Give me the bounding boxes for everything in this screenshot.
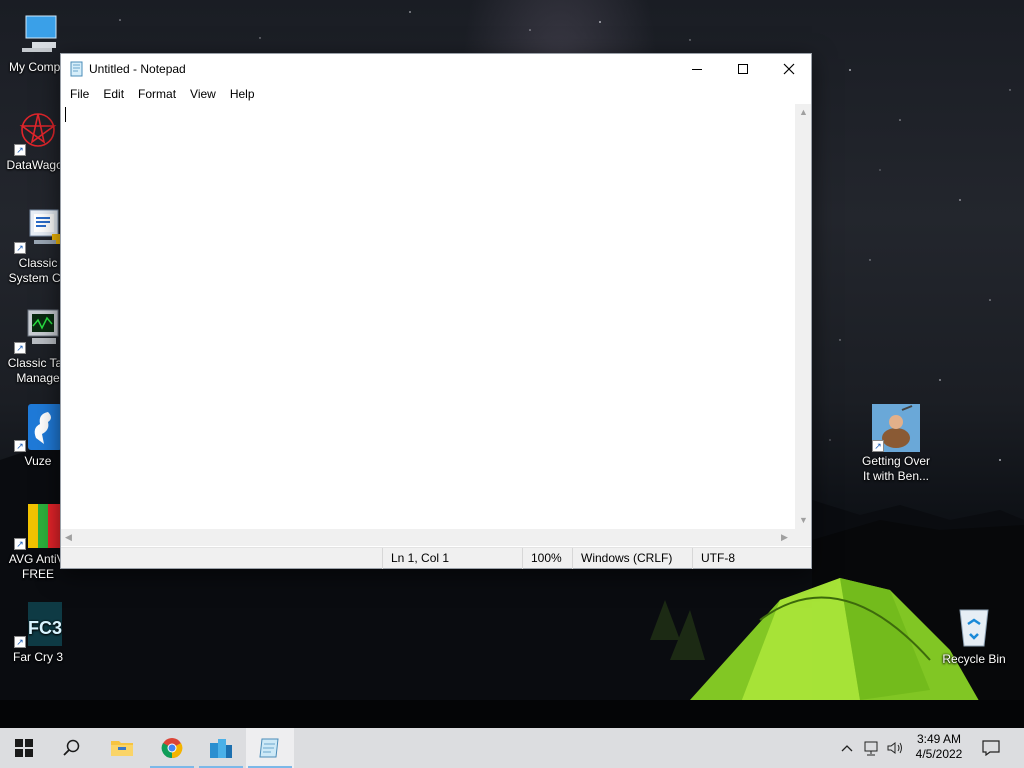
desktop-icon-recycle-bin[interactable]: Recycle Bin (936, 602, 1012, 667)
close-button[interactable] (766, 54, 812, 84)
shortcut-arrow-icon: ↗ (14, 636, 26, 648)
menu-file[interactable]: File (63, 85, 96, 103)
clock-date: 4/5/2022 (915, 747, 963, 761)
notepad-icon (69, 61, 85, 77)
network-icon (864, 741, 878, 756)
shortcut-arrow-icon: ↗ (872, 440, 884, 452)
search-icon (63, 739, 80, 756)
status-zoom: 100% (522, 548, 562, 569)
file-explorer-button[interactable] (98, 728, 146, 768)
desktop-icon-getting-over-it[interactable]: ↗ Getting Over It with Ben... (858, 404, 934, 484)
maximize-icon (738, 64, 748, 74)
shortcut-arrow-icon: ↗ (14, 144, 26, 156)
menu-format[interactable]: Format (131, 85, 183, 103)
menu-view[interactable]: View (183, 85, 223, 103)
volume-button[interactable] (884, 728, 906, 768)
horizontal-scrollbar[interactable]: ◀ ▶ (61, 529, 795, 546)
status-line-ending: Windows (CRLF) (572, 548, 672, 569)
task-manager-icon: ↗ (14, 306, 62, 354)
scroll-down-icon[interactable]: ▼ (799, 515, 808, 525)
datawagon-icon: ↗ (14, 108, 62, 156)
close-icon (783, 63, 795, 75)
show-hidden-icons-button[interactable] (838, 728, 856, 768)
status-position: Ln 1, Col 1 (382, 548, 449, 569)
taskbar-clock[interactable]: 3:49 AM 4/5/2022 (908, 728, 970, 768)
menu-help[interactable]: Help (223, 85, 262, 103)
scroll-right-icon[interactable]: ▶ (781, 532, 788, 543)
network-button[interactable] (860, 728, 882, 768)
notepad-taskbar-button[interactable] (246, 728, 294, 768)
notepad-icon (259, 738, 279, 758)
volume-icon (887, 742, 902, 754)
maximize-button[interactable] (720, 54, 766, 84)
start-button[interactable] (0, 728, 48, 768)
chrome-icon (161, 738, 183, 759)
shortcut-arrow-icon: ↗ (14, 538, 26, 550)
title-bar[interactable]: Untitled - Notepad (61, 54, 811, 84)
shortcut-arrow-icon: ↗ (14, 440, 26, 452)
shortcut-arrow-icon: ↗ (14, 242, 26, 254)
computer-icon (14, 10, 62, 58)
action-center-button[interactable] (976, 728, 1006, 768)
vertical-scrollbar[interactable]: ▲ ▼ (795, 104, 811, 529)
status-encoding: UTF-8 (692, 548, 735, 569)
taskbar: 3:49 AM 4/5/2022 (0, 728, 1024, 768)
minimize-icon (692, 68, 702, 70)
status-bar: Ln 1, Col 1 100% Windows (CRLF) UTF-8 (61, 547, 811, 569)
file-explorer-icon (111, 741, 133, 756)
notepad-window[interactable]: Untitled - Notepad File Edit Format View… (60, 53, 812, 569)
text-editor[interactable] (61, 104, 795, 529)
scroll-corner (795, 529, 811, 546)
window-title: Untitled - Notepad (89, 62, 186, 76)
notification-icon (982, 740, 1000, 756)
getting-over-it-icon: ↗ (872, 404, 920, 452)
menu-bar: File Edit Format View Help (61, 84, 811, 104)
vuze-icon: ↗ (14, 404, 62, 452)
desktop-icon-label: Getting Over It with Ben... (861, 454, 931, 483)
avg-icon: ↗ (14, 502, 62, 550)
desktop-icon-far-cry-3[interactable]: FC3 ↗ Far Cry 3 (0, 600, 76, 665)
clock-time: 3:49 AM (916, 732, 962, 746)
windows-start-icon (15, 739, 33, 757)
svg-text:FC3: FC3 (28, 618, 62, 638)
desktop-icon-label: Recycle Bin (942, 652, 1006, 666)
shortcut-arrow-icon: ↗ (14, 342, 26, 354)
search-button[interactable] (48, 728, 96, 768)
chevron-up-icon (841, 745, 853, 752)
chrome-button[interactable] (148, 728, 196, 768)
app-buildings-button[interactable] (197, 728, 245, 768)
app-buildings-icon (210, 739, 232, 758)
scroll-up-icon[interactable]: ▲ (799, 107, 808, 117)
recycle-bin-icon (950, 602, 998, 650)
far-cry-icon: FC3 ↗ (14, 600, 62, 648)
minimize-button[interactable] (674, 54, 720, 84)
control-panel-icon: ↗ (14, 206, 62, 254)
desktop-icon-label: Far Cry 3 (12, 650, 63, 664)
menu-edit[interactable]: Edit (96, 85, 131, 103)
text-caret (65, 107, 66, 122)
scroll-left-icon[interactable]: ◀ (65, 532, 72, 543)
